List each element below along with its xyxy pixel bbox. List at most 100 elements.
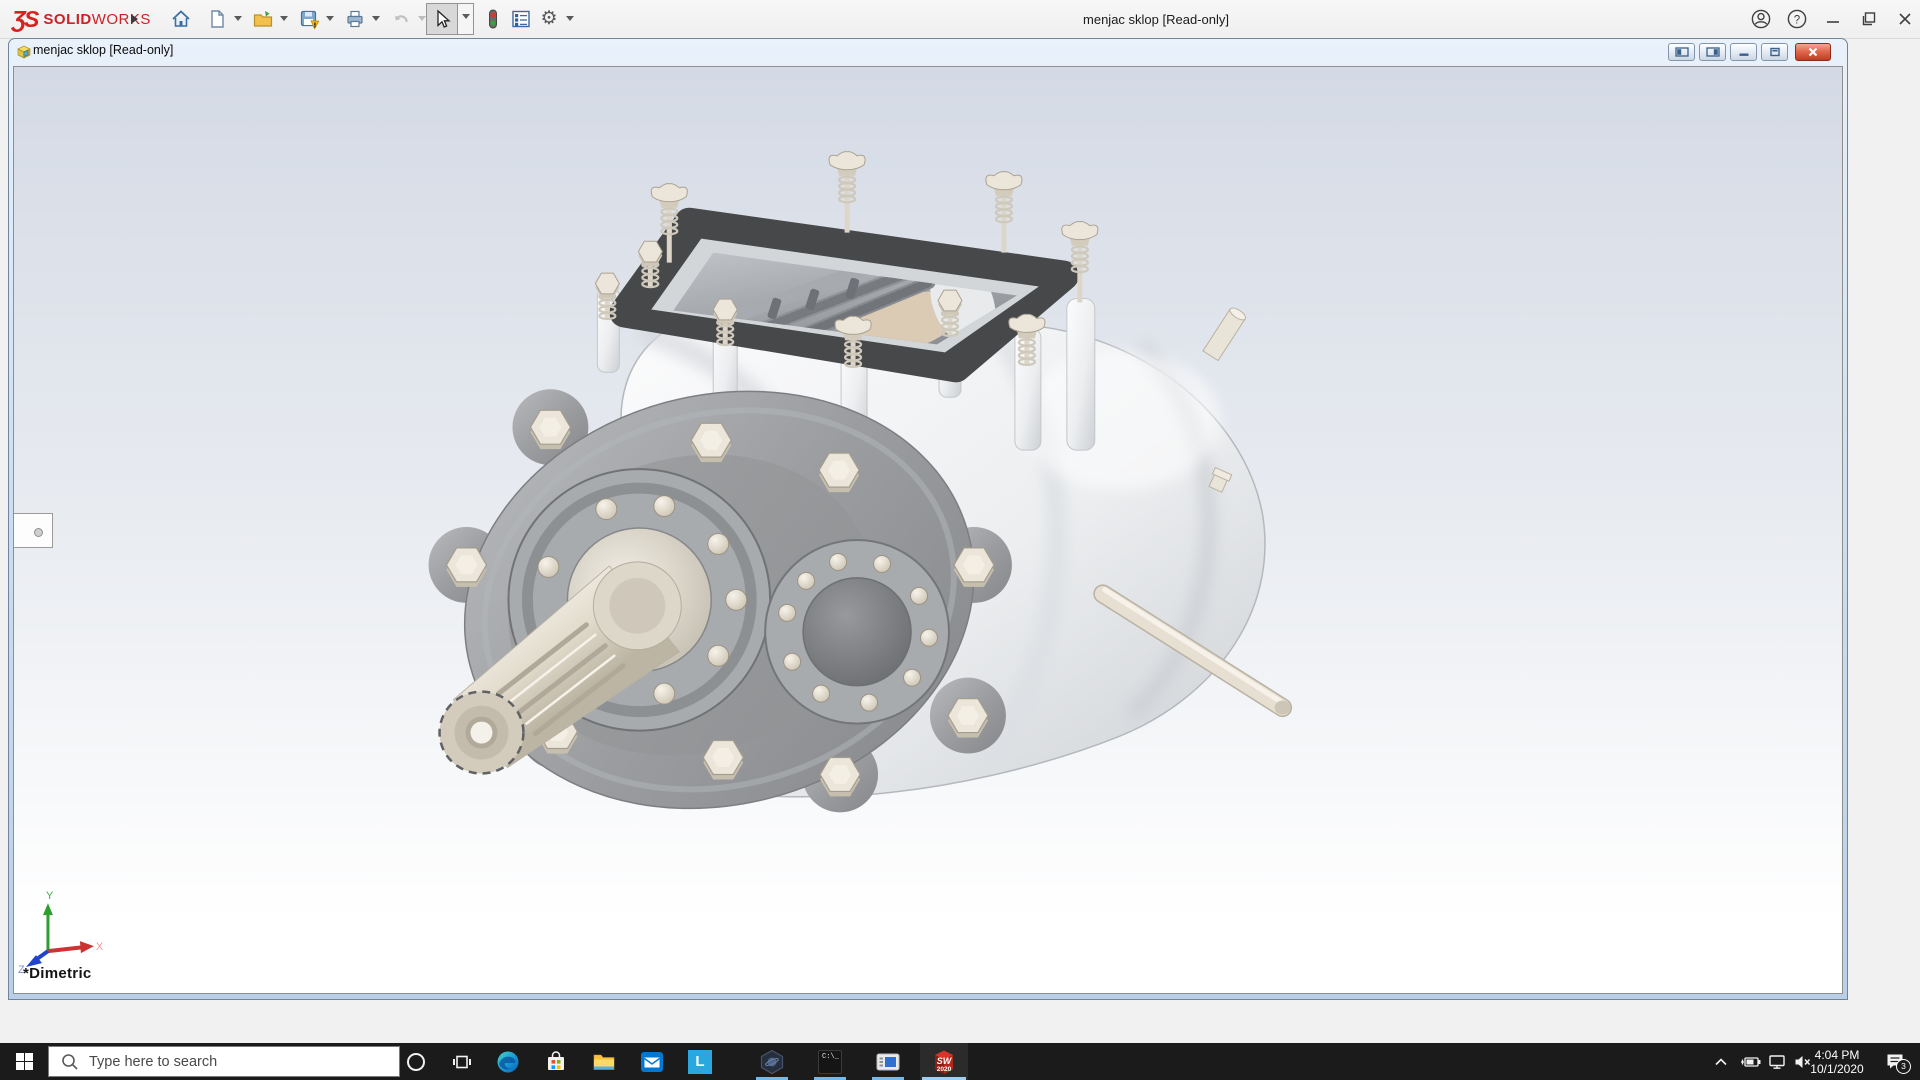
pane-left-icon	[1674, 47, 1689, 57]
graphics-viewport[interactable]: Y X Z *Dimetric	[13, 66, 1843, 994]
print-button[interactable]	[340, 3, 380, 34]
tray-time: 4:04 PM	[1814, 1047, 1860, 1062]
new-document-icon	[202, 4, 232, 34]
cover-bearing-boss[interactable]	[764, 538, 950, 725]
taskbar-item-media-app[interactable]	[866, 1043, 910, 1080]
file-explorer-icon	[593, 1054, 615, 1070]
view-orientation-label: *Dimetric	[23, 965, 92, 982]
new-document-dropdown[interactable]	[234, 16, 242, 25]
tab-dot-icon	[34, 528, 43, 537]
menu-expand-arrow-icon[interactable]	[131, 14, 143, 24]
pane-left-button[interactable]	[1668, 43, 1695, 61]
desktop: ƷS SOLID WORKS ⚙ menjac sklop [Read-only…	[0, 0, 1920, 1080]
network-icon	[1769, 1054, 1785, 1069]
ds-logo-glyph: ƷS	[12, 5, 39, 32]
save-dropdown[interactable]	[326, 16, 334, 25]
design-table-icon	[506, 4, 536, 34]
options-dropdown[interactable]	[566, 16, 574, 25]
open-folder-icon	[248, 4, 278, 34]
triad-x-label: X	[96, 941, 104, 953]
app-titlebar: ƷS SOLID WORKS ⚙ menjac sklop [Read-only…	[0, 0, 1920, 39]
print-icon	[340, 4, 370, 34]
viewport-canvas[interactable]: Y X Z	[14, 67, 1842, 993]
svg-text:?: ?	[1794, 14, 1800, 26]
select-cursor-button[interactable]	[426, 2, 458, 35]
open-button[interactable]	[248, 3, 288, 34]
taskbar: Type here to search L C:\_ SW 2020 4:04 …	[0, 1043, 1920, 1080]
command-prompt-icon: C:\_	[818, 1049, 842, 1074]
close-app-button[interactable]	[1888, 0, 1920, 38]
featuremanager-collapsed-tab[interactable]	[14, 513, 53, 548]
save-button[interactable]	[294, 3, 334, 34]
doc-close-button[interactable]	[1795, 43, 1831, 61]
print-dropdown[interactable]	[372, 16, 380, 25]
select-tool-group[interactable]	[426, 2, 474, 35]
close-icon	[1899, 13, 1911, 25]
home-button[interactable]	[166, 3, 196, 34]
taskbar-item-task-view[interactable]	[440, 1043, 484, 1080]
start-button[interactable]	[0, 1043, 48, 1080]
taskbar-item-solidworks[interactable]: SW 2020	[920, 1043, 968, 1080]
assembly-icon	[15, 43, 32, 65]
search-icon	[62, 1053, 78, 1070]
mail-icon	[641, 1051, 663, 1072]
task-view-icon	[453, 1055, 471, 1068]
account-icon	[1751, 9, 1771, 29]
doc-minimize-icon	[1739, 53, 1748, 56]
taskbar-item-l-app[interactable]: L	[678, 1043, 722, 1080]
restore-button[interactable]	[1852, 0, 1886, 38]
taskbar-search-input[interactable]: Type here to search	[48, 1046, 400, 1077]
traffic-light-icon	[478, 4, 508, 34]
hexagon-app-icon	[760, 1049, 784, 1074]
triad-y-label: Y	[46, 890, 54, 902]
taskbar-item-mail[interactable]	[630, 1043, 674, 1080]
taskbar-item-file-explorer[interactable]	[582, 1043, 626, 1080]
minimize-icon	[1827, 21, 1839, 23]
options-button[interactable]: ⚙	[534, 3, 574, 34]
new-document-button[interactable]	[202, 3, 242, 34]
restore-icon	[1862, 12, 1876, 26]
doc-restore-button[interactable]	[1761, 43, 1788, 61]
search-placeholder: Type here to search	[89, 1053, 218, 1070]
windows-logo-icon	[15, 1053, 33, 1070]
tray-clock[interactable]: 4:04 PM 10/1/2020	[1802, 1043, 1872, 1080]
open-dropdown[interactable]	[280, 16, 288, 25]
home-icon	[166, 4, 196, 34]
tray-date: 10/1/2020	[1810, 1061, 1864, 1076]
notification-center-button[interactable]: 3	[1876, 1043, 1916, 1080]
document-window: menjac sklop [Read-only] Y X Z *Dimetric	[8, 38, 1848, 1000]
help-icon: ?	[1787, 9, 1807, 29]
l-app-icon: L	[688, 1049, 712, 1074]
chevron-up-icon	[1715, 1057, 1727, 1065]
edge-icon	[497, 1051, 519, 1072]
select-dropdown[interactable]	[458, 2, 474, 35]
display-states-button[interactable]	[478, 3, 508, 34]
solidworks-2020-icon: SW 2020	[932, 1049, 956, 1075]
taskbar-item-store[interactable]	[534, 1043, 578, 1080]
store-icon	[548, 1050, 564, 1070]
taskbar-item-command-prompt[interactable]: C:\_	[808, 1043, 852, 1080]
help-button[interactable]: ?	[1780, 0, 1814, 38]
app-title: menjac sklop [Read-only]	[1083, 11, 1229, 27]
cortana-icon	[407, 1052, 425, 1071]
cursor-icon	[437, 9, 451, 28]
undo-dropdown[interactable]	[418, 16, 426, 25]
tray-chevron-button[interactable]	[1706, 1043, 1736, 1080]
battery-icon	[1741, 1056, 1761, 1067]
undo-icon	[386, 4, 416, 34]
pane-right-button[interactable]	[1699, 43, 1726, 61]
taskbar-item-cortana[interactable]	[394, 1043, 438, 1080]
doc-close-icon	[1808, 47, 1818, 57]
minimize-button[interactable]	[1816, 0, 1850, 38]
doc-minimize-button[interactable]	[1730, 43, 1757, 61]
taskbar-item-hexagon-app[interactable]	[750, 1043, 794, 1080]
undo-button[interactable]	[386, 3, 426, 34]
taskbar-item-edge[interactable]	[486, 1043, 530, 1080]
pane-right-icon	[1705, 47, 1720, 57]
gear-icon: ⚙	[540, 8, 558, 29]
save-icon	[294, 4, 324, 34]
account-button[interactable]	[1744, 0, 1778, 38]
doc-restore-icon	[1769, 47, 1780, 57]
document-title: menjac sklop [Read-only]	[33, 43, 174, 57]
design-table-button[interactable]	[506, 3, 536, 34]
